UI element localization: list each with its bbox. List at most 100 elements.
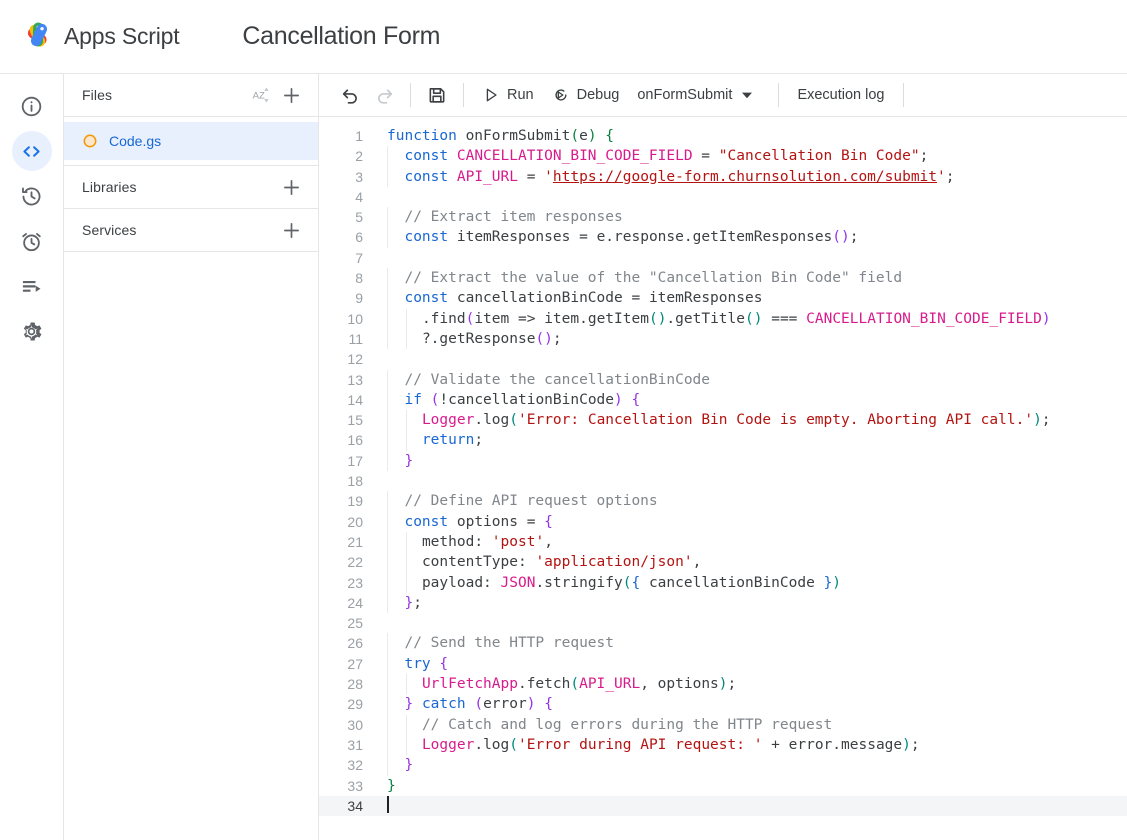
code-line-text[interactable]: // Send the HTTP request [375, 633, 1127, 654]
code-line[interactable]: 32 } [319, 755, 1127, 776]
add-library-button[interactable] [276, 172, 306, 202]
code-line-text[interactable]: Logger.log('Error during API request: ' … [375, 734, 1127, 756]
code-line-text[interactable]: } [375, 450, 1127, 472]
code-line[interactable]: 25 [319, 613, 1127, 633]
code-line-text[interactable]: ?.getResponse(); [375, 328, 1127, 350]
code-line-text[interactable]: try { [375, 653, 1127, 675]
indent-guide [387, 653, 388, 675]
code-line-text[interactable]: if (!cancellationBinCode) { [375, 389, 1127, 411]
file-item-code-gs[interactable]: Code.gs [64, 122, 318, 160]
code-line[interactable]: 34 [319, 795, 1127, 817]
code-line-text[interactable]: // Extract the value of the "Cancellatio… [375, 268, 1127, 289]
save-button[interactable] [420, 78, 454, 112]
code-line-text[interactable]: } catch (error) { [375, 694, 1127, 715]
executions-icon [22, 280, 41, 292]
code-line-text[interactable]: // Extract item responses [375, 207, 1127, 228]
code-line[interactable]: 3 const API_URL = 'https://google-form.c… [319, 166, 1127, 187]
code-line-text[interactable]: // Define API request options [375, 491, 1127, 512]
code-line[interactable]: 24 }; [319, 592, 1127, 614]
code-line-text[interactable]: } [375, 755, 1127, 776]
code-line-text[interactable]: // Catch and log errors during the HTTP … [375, 714, 1127, 735]
add-file-button[interactable] [276, 80, 306, 110]
code-line[interactable]: 20 const options = { [319, 511, 1127, 532]
code-line[interactable]: 2 const CANCELLATION_BIN_CODE_FIELD = "C… [319, 146, 1127, 167]
code-line-text[interactable]: UrlFetchApp.fetch(API_URL, options); [375, 674, 1127, 695]
code-line[interactable]: 14 if (!cancellationBinCode) { [319, 389, 1127, 411]
code-line-text[interactable]: payload: JSON.stringify({ cancellationBi… [375, 572, 1127, 593]
code-line[interactable]: 33} [319, 776, 1127, 796]
code-line[interactable]: 8 // Extract the value of the "Cancellat… [319, 268, 1127, 289]
code-line-text[interactable]: return; [375, 430, 1127, 451]
toolbar-divider [902, 83, 904, 107]
sort-az-button[interactable]: AZ [246, 80, 276, 110]
code-line[interactable]: 10 .find(item => item.getItem().getTitle… [319, 308, 1127, 329]
code-line[interactable]: 13 // Validate the cancellationBinCode [319, 369, 1127, 390]
code-line[interactable]: 30 // Catch and log errors during the HT… [319, 714, 1127, 735]
code-line[interactable]: 23 payload: JSON.stringify({ cancellatio… [319, 572, 1127, 593]
line-number: 2 [355, 148, 363, 165]
code-line[interactable]: 9 const cancellationBinCode = itemRespon… [319, 288, 1127, 309]
indent-guide [387, 430, 388, 451]
sidebar-item-triggers[interactable] [12, 221, 52, 261]
code-line[interactable]: 7 [319, 248, 1127, 268]
debug-button[interactable]: Debug [543, 79, 629, 111]
line-number: 33 [347, 777, 363, 794]
code-line[interactable]: 17 } [319, 450, 1127, 472]
code-line-text[interactable]: const API_URL = 'https://google-form.chu… [375, 166, 1127, 187]
code-line-text[interactable]: // Validate the cancellationBinCode [375, 369, 1127, 390]
code-line-text[interactable]: const itemResponses = e.response.getItem… [375, 227, 1127, 248]
code-line-text[interactable]: const CANCELLATION_BIN_CODE_FIELD = "Can… [375, 146, 1127, 167]
code-line[interactable]: 1 function onFormSubmit(e) { [319, 126, 1127, 146]
code-line[interactable]: 19 // Define API request options [319, 491, 1127, 512]
code-line-text[interactable]: .find(item => item.getItem().getTitle() … [375, 308, 1127, 329]
redo-button[interactable] [367, 78, 401, 112]
code-line[interactable]: 16 return; [319, 430, 1127, 451]
code-line[interactable]: 31 Logger.log('Error during API request:… [319, 734, 1127, 756]
sidebar-item-project-settings[interactable] [12, 311, 52, 351]
undo-button[interactable] [333, 78, 367, 112]
line-number: 32 [347, 757, 363, 774]
libraries-section[interactable]: Libraries [64, 166, 318, 209]
code-line[interactable]: 11 ?.getResponse(); [319, 328, 1127, 350]
code-line-text[interactable]: contentType: 'application/json', [375, 552, 1127, 573]
code-line-text[interactable]: }; [375, 592, 1127, 614]
code-line-text[interactable] [375, 795, 1127, 816]
code-line-text[interactable]: const options = { [375, 511, 1127, 532]
add-service-button[interactable] [276, 215, 306, 245]
sidebar-item-editor[interactable] [11, 131, 52, 171]
function-selector[interactable]: onFormSubmit [628, 79, 769, 111]
code-line-text[interactable]: function onFormSubmit(e) { [375, 126, 1127, 146]
code-line[interactable]: 22 contentType: 'application/json', [319, 552, 1127, 573]
code-line[interactable]: 27 try { [319, 653, 1127, 675]
code-line[interactable]: 28 UrlFetchApp.fetch(API_URL, options); [319, 674, 1127, 695]
code-line[interactable]: 5 // Extract item responses [319, 207, 1127, 228]
sidebar-item-executions[interactable] [12, 266, 52, 306]
brand-name[interactable]: Apps Script [64, 23, 180, 50]
sidebar-item-overview[interactable] [12, 86, 52, 126]
execution-log-button[interactable]: Execution log [788, 79, 893, 111]
code-lines[interactable]: 1 function onFormSubmit(e) {2 const CANCE… [319, 126, 1127, 817]
services-section[interactable]: Services [64, 209, 318, 252]
code-line[interactable]: 4 [319, 187, 1127, 207]
indent-guide [387, 694, 388, 715]
code-line-text[interactable]: method: 'post', [375, 531, 1127, 553]
line-number: 19 [347, 493, 363, 510]
code-line-text[interactable]: const cancellationBinCode = itemResponse… [375, 288, 1127, 309]
code-line[interactable]: 29 } catch (error) { [319, 694, 1127, 715]
code-line[interactable]: 15 Logger.log('Error: Cancellation Bin C… [319, 410, 1127, 431]
code-line[interactable]: 18 [319, 471, 1127, 491]
apps-script-logo[interactable] [18, 17, 58, 57]
code-line[interactable]: 6 const itemResponses = e.response.getIt… [319, 227, 1127, 248]
code-line-text[interactable]: Logger.log('Error: Cancellation Bin Code… [375, 410, 1127, 431]
code-line[interactable]: 12 [319, 349, 1127, 369]
save-icon [429, 88, 445, 103]
code-line[interactable]: 21 method: 'post', [319, 531, 1127, 553]
indent-guide [387, 511, 388, 532]
code-editor[interactable]: 1 function onFormSubmit(e) {2 const CANCE… [319, 117, 1127, 840]
sidebar-item-project-history[interactable] [12, 176, 52, 216]
page-title[interactable]: Cancellation Form [242, 22, 440, 51]
undo-icon [342, 88, 357, 104]
code-line[interactable]: 26 // Send the HTTP request [319, 633, 1127, 654]
code-line-text[interactable]: } [375, 776, 1127, 796]
run-button[interactable]: Run [473, 79, 543, 111]
